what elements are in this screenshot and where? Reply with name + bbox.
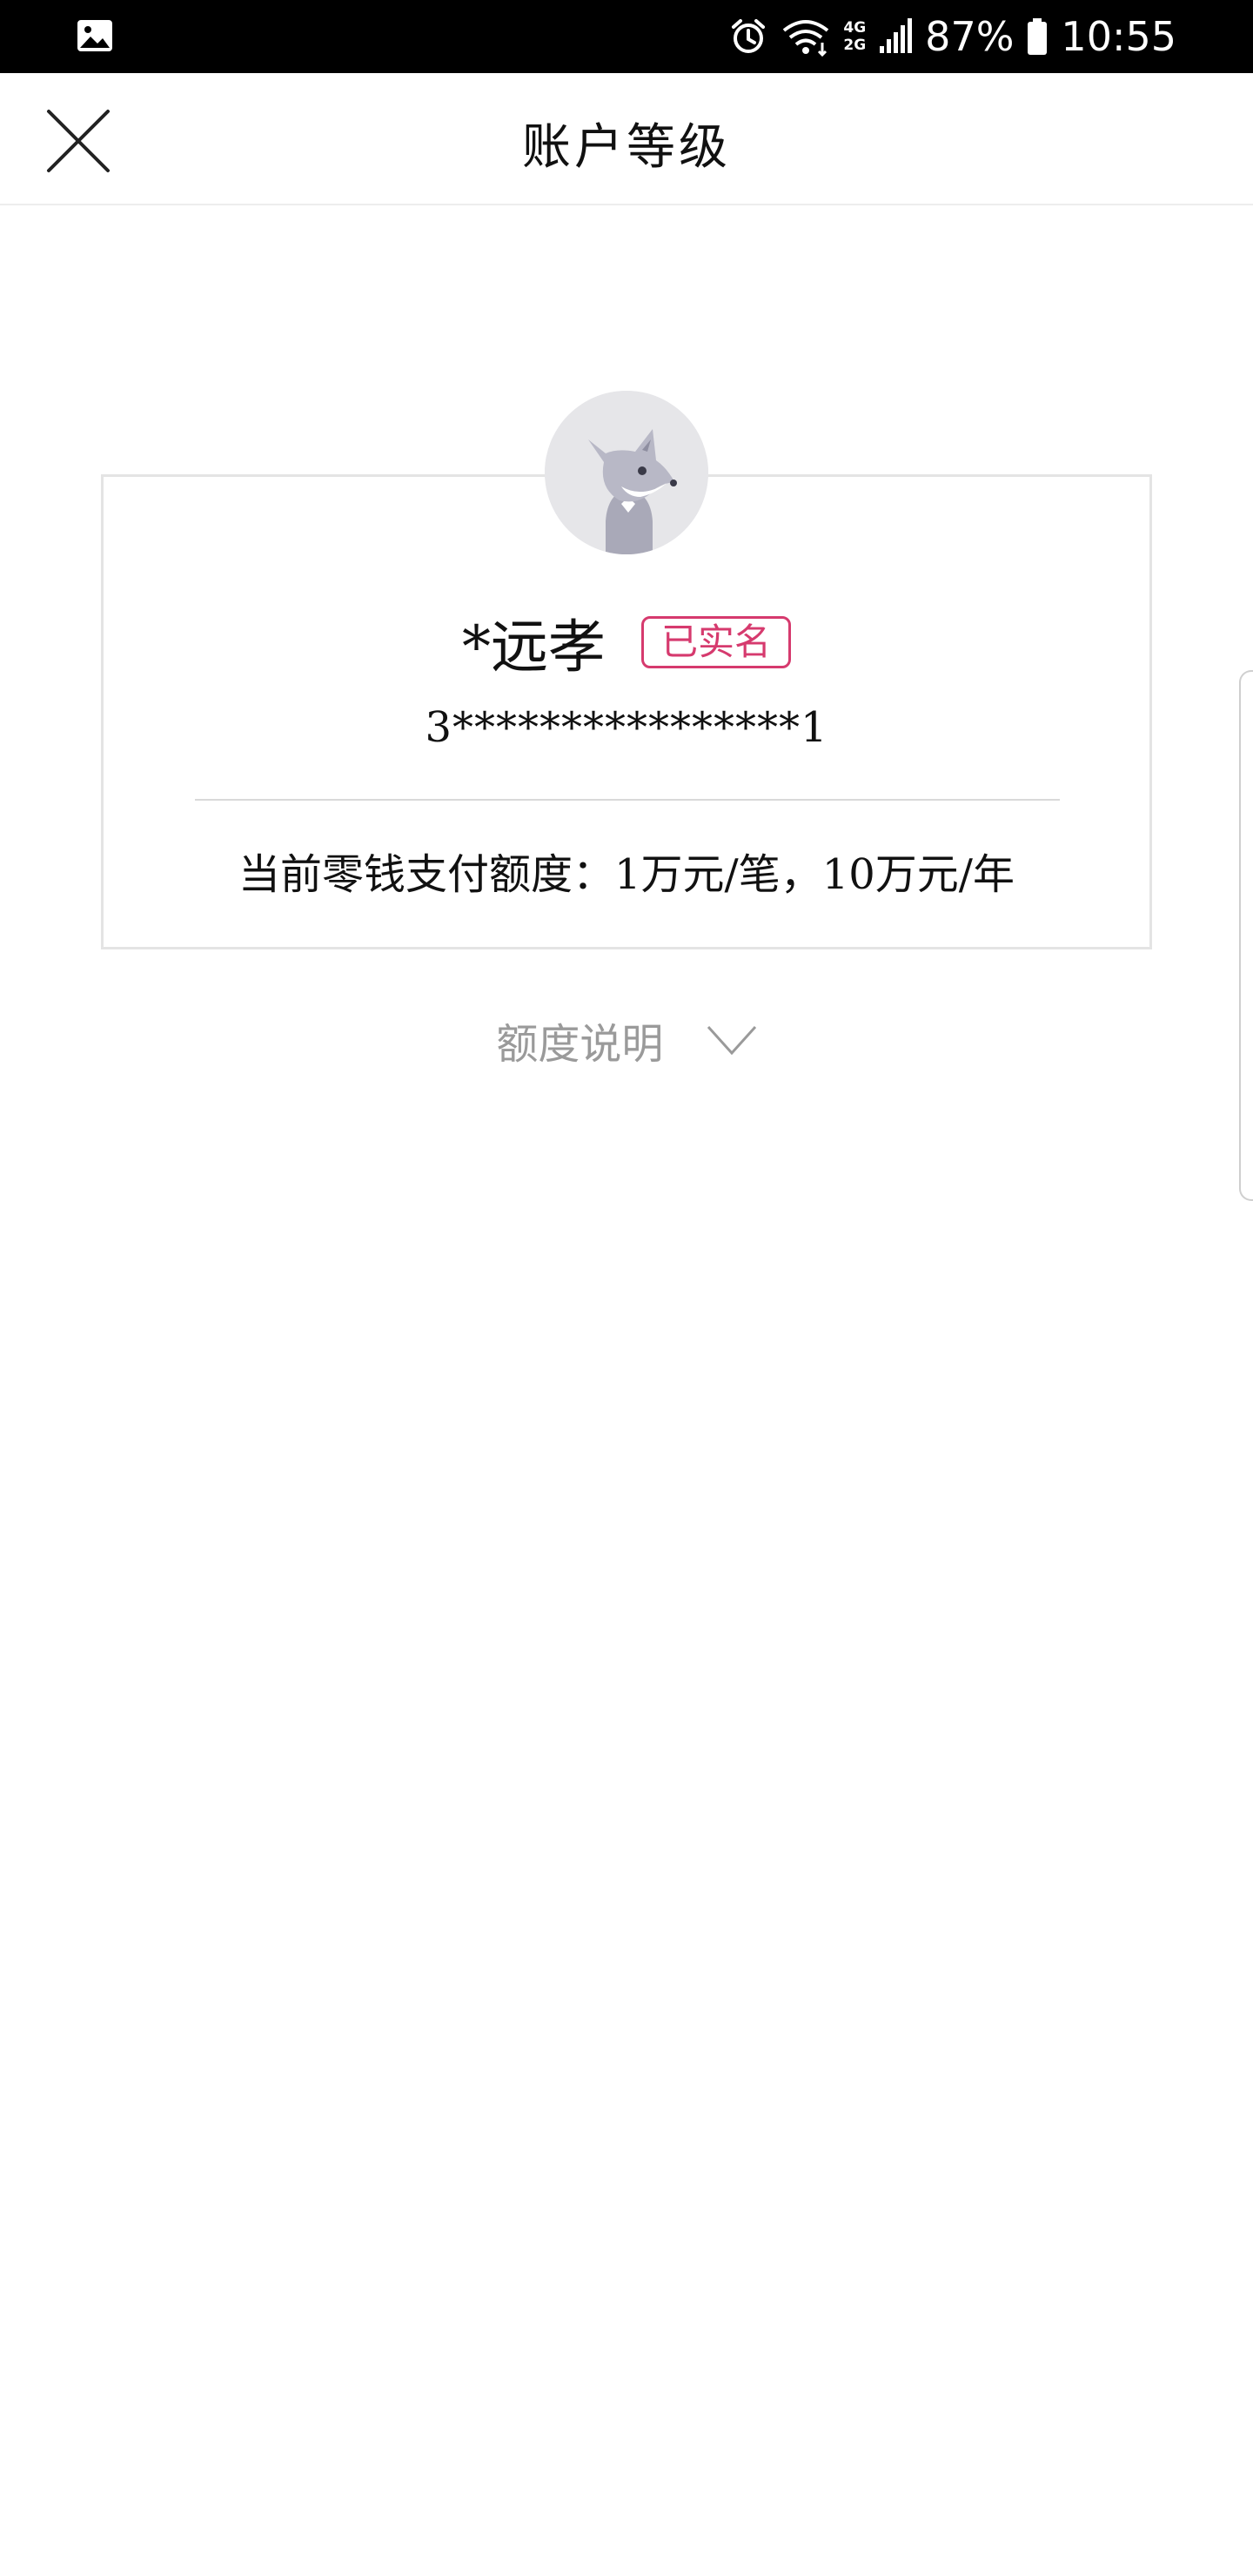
alarm-icon [732,19,766,53]
battery-percent: 87% [925,13,1015,60]
limit-explanation-toggle[interactable]: 额度说明 [0,1010,1253,1070]
chevron-down-icon [707,1025,756,1055]
status-bar: 4G 2G 87% 10:55 [0,0,1253,73]
battery-icon [1028,18,1048,55]
clock-time: 10:55 [1061,13,1176,60]
verified-badge: 已实名 [641,616,792,668]
user-name: *远孝 [461,614,606,681]
header-bar: 账户等级 [0,73,1253,205]
limit-explanation-label: 额度说明 [496,1020,664,1069]
account-level-page: 4G 2G 87% 10:55 账户等级 *远孝 已实名 3**********… [0,0,1253,2576]
wifi-icon [783,20,829,57]
edge-panel-handle[interactable] [1239,670,1253,1201]
network-4g: 4G [843,19,867,37]
id-number: 3****************1 [425,703,828,752]
fox-avatar-icon [545,391,708,554]
status-right: 4G 2G 87% 10:55 [728,0,1176,73]
name-row: *远孝 已实名 [0,600,1253,684]
network-type: 4G 2G [843,19,866,54]
page-title: 账户等级 [522,119,731,176]
card-divider [195,799,1060,801]
gallery-icon [77,20,112,51]
payment-limit-text: 当前零钱支付额度：1万元/笔，10万元/年 [238,850,1015,899]
signal-icon [880,18,913,53]
network-2g: 2G [843,37,867,54]
